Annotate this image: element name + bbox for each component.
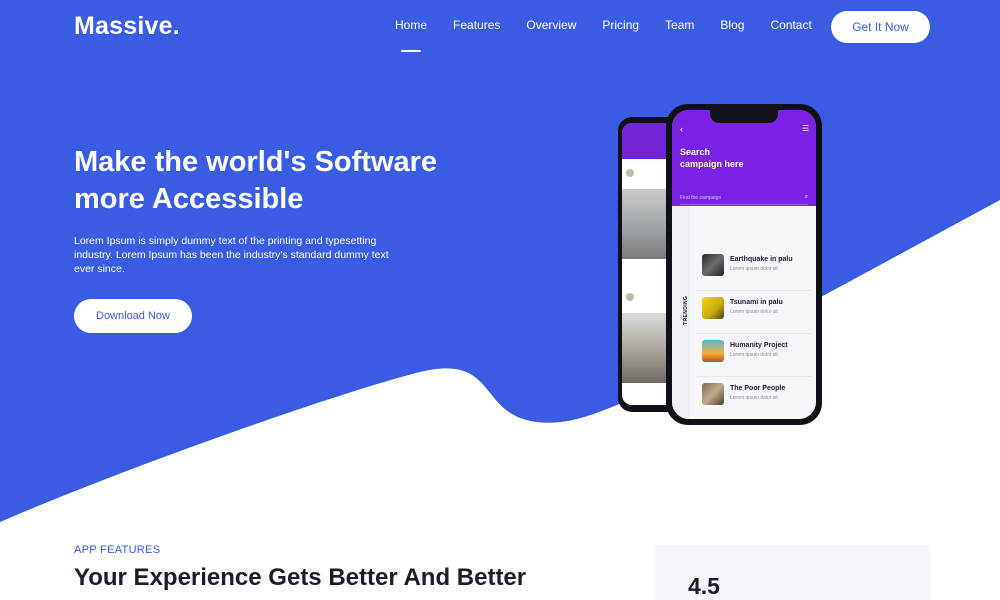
- trending-label: TRENDING: [683, 295, 689, 325]
- nav-item-home[interactable]: Home: [395, 18, 427, 32]
- phone-screen: ‹ ☰ Search campaign here Find the campai…: [672, 110, 816, 419]
- hero-title: Make the world's Software more Accessibl…: [74, 144, 514, 218]
- phone-title-line1: Search: [680, 147, 711, 157]
- campaign-subtitle: Lorem ipsum dolor sit: [730, 266, 778, 272]
- menu-icon[interactable]: ☰: [802, 124, 809, 133]
- campaign-thumbnail: [702, 340, 724, 362]
- phone-back-header: [622, 123, 670, 159]
- phone-screen-header: ‹ ☰ Search campaign here Find the campai…: [672, 110, 816, 206]
- phone-back-screen: [622, 123, 670, 405]
- list-item[interactable]: Tsunami in palu Lorem ipsum dolor sit: [696, 291, 812, 334]
- nav-item-blog[interactable]: Blog: [720, 18, 744, 32]
- phone-mockup-front: ‹ ☰ Search campaign here Find the campai…: [666, 104, 822, 425]
- campaign-list: Earthquake in palu Lorem ipsum dolor sit…: [696, 248, 812, 419]
- phone-back-avatar: [626, 169, 634, 178]
- hero-description: Lorem Ipsum is simply dummy text of the …: [74, 235, 389, 275]
- phone-back-photo-1: [622, 189, 670, 259]
- nav-item-team[interactable]: Team: [665, 18, 694, 32]
- features-section-label: APP FEATURES: [74, 544, 161, 556]
- phone-title-line2: campaign here: [680, 159, 744, 169]
- main-nav: Home Features Overview Pricing Team Blog…: [395, 18, 838, 32]
- phone-search-field[interactable]: Find the campaign ⌕: [680, 194, 808, 205]
- list-item[interactable]: Humanity Project Lorem ipsum dolor sit: [696, 334, 812, 377]
- campaign-title: Humanity Project: [730, 342, 788, 349]
- campaign-title: Tsunami in palu: [730, 299, 783, 306]
- site-header: Massive. Home Features Overview Pricing …: [0, 0, 1000, 60]
- search-icon[interactable]: ⌕: [805, 194, 808, 201]
- download-now-button[interactable]: Download Now: [74, 299, 192, 333]
- nav-item-pricing[interactable]: Pricing: [602, 18, 639, 32]
- phone-mockup-back: [618, 117, 670, 412]
- list-item[interactable]: The Poor People Lorem ipsum dolor sit: [696, 377, 812, 419]
- nav-item-contact[interactable]: Contact: [770, 18, 811, 32]
- campaign-title: Earthquake in palu: [730, 256, 793, 263]
- hero-title-line1: Make the world's Software: [74, 146, 438, 178]
- campaign-title: The Poor People: [730, 385, 786, 392]
- campaign-thumbnail: [702, 254, 724, 276]
- hero-title-line2: more Accessible: [74, 183, 304, 215]
- list-item[interactable]: Earthquake in palu Lorem ipsum dolor sit: [696, 248, 812, 291]
- phone-search-placeholder: Find the campaign: [680, 195, 722, 201]
- features-section-title: Your Experience Gets Better And Better: [74, 564, 527, 591]
- get-it-now-button[interactable]: Get It Now: [831, 11, 930, 43]
- campaign-thumbnail: [702, 383, 724, 405]
- nav-item-features[interactable]: Features: [453, 18, 500, 32]
- nav-item-overview[interactable]: Overview: [526, 18, 576, 32]
- rating-value: 4.5: [688, 573, 720, 599]
- phone-back-avatar-2: [626, 293, 634, 302]
- logo[interactable]: Massive.: [74, 12, 180, 41]
- campaign-subtitle: Lorem ipsum dolor sit: [730, 395, 778, 401]
- campaign-subtitle: Lorem ipsum dolor sit: [730, 309, 778, 315]
- phone-notch: [710, 110, 778, 123]
- rating-card: 4.5: [655, 545, 930, 600]
- campaign-thumbnail: [702, 297, 724, 319]
- campaign-subtitle: Lorem ipsum dolor sit: [730, 352, 778, 358]
- back-arrow-icon[interactable]: ‹: [680, 124, 683, 134]
- phone-screen-title: Search campaign here: [680, 146, 780, 170]
- phone-back-photo-2: [622, 313, 670, 383]
